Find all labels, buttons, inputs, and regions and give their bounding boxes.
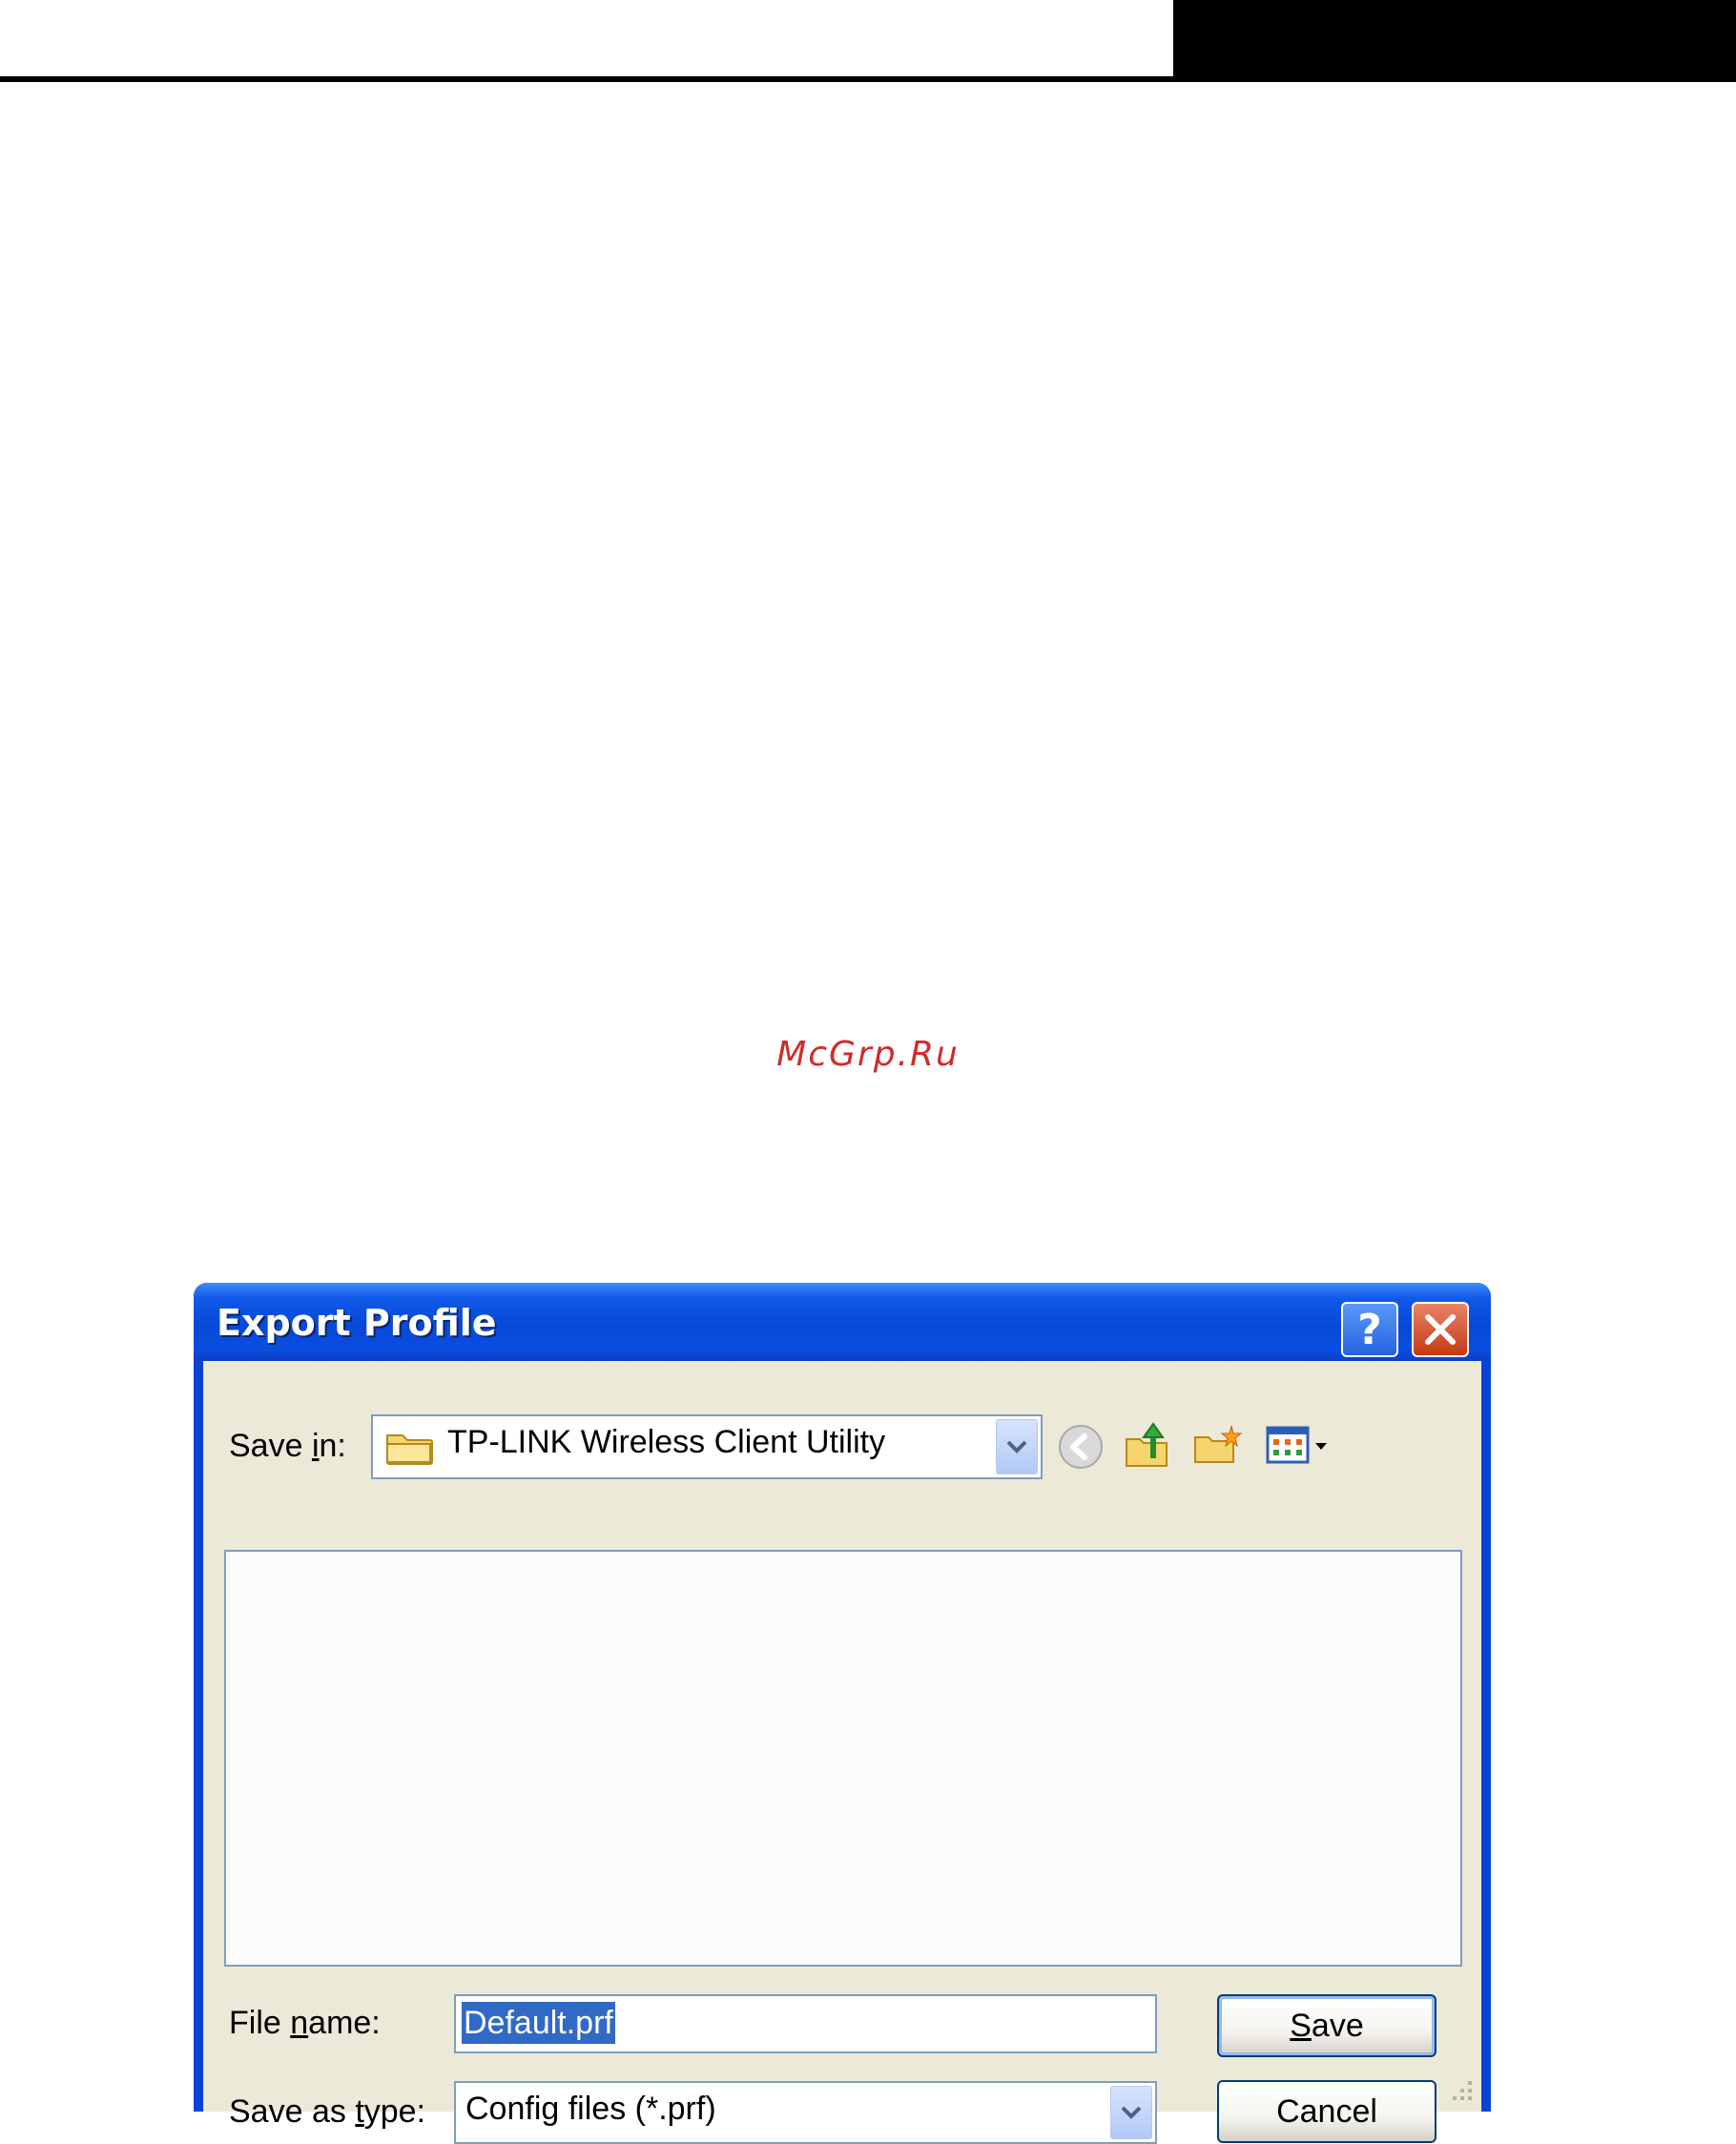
- back-icon[interactable]: [1054, 1420, 1107, 1474]
- save-as-type-dropdown[interactable]: Config files (*.prf): [454, 2081, 1157, 2144]
- save-as-type-value: Config files (*.prf): [465, 2091, 716, 2127]
- close-button[interactable]: [1412, 1302, 1469, 1357]
- help-button[interactable]: ?: [1341, 1302, 1398, 1357]
- file-name-input[interactable]: Default.prf: [454, 1994, 1157, 2053]
- folder-icon: [386, 1434, 433, 1465]
- chevron-down-icon: [1121, 2106, 1142, 2119]
- save-button[interactable]: Save: [1217, 1994, 1436, 2057]
- dialog-client-area: Save in: TP-LINK Wireless Client Utility: [203, 1361, 1481, 2144]
- file-name-value: Default.prf: [462, 2002, 615, 2044]
- file-list-area[interactable]: [224, 1550, 1462, 1967]
- export-profile-dialog: Export Profile ? Save in: TP-LINK Wirele…: [194, 1283, 1491, 2144]
- dialog-title: Export Profile: [217, 1302, 497, 1344]
- close-icon: [1425, 1314, 1456, 1345]
- save-in-dropdown-button[interactable]: [996, 1419, 1038, 1474]
- help-icon: ?: [1357, 1305, 1382, 1354]
- save-in-value: TP-LINK Wireless Client Utility: [447, 1424, 886, 1460]
- file-name-label: File name:: [229, 2005, 381, 2041]
- chevron-down-icon: [1006, 1440, 1027, 1453]
- watermark-text: McGrp.Ru: [776, 1035, 960, 1074]
- save-in-label: Save in:: [229, 1428, 346, 1464]
- new-folder-icon[interactable]: [1191, 1418, 1245, 1472]
- save-as-type-dropdown-button[interactable]: [1110, 2086, 1152, 2139]
- title-bar[interactable]: Export Profile ?: [194, 1283, 1491, 1361]
- header-black-block: [1173, 0, 1736, 82]
- header-rule: [0, 76, 1736, 82]
- view-menu-icon[interactable]: [1264, 1418, 1334, 1472]
- save-as-type-label: Save as type:: [229, 2093, 426, 2130]
- cancel-button[interactable]: Cancel: [1217, 2080, 1436, 2143]
- resize-grip-icon[interactable]: [1447, 2077, 1476, 2106]
- save-in-dropdown[interactable]: TP-LINK Wireless Client Utility: [371, 1414, 1043, 1479]
- up-folder-icon[interactable]: [1121, 1418, 1174, 1472]
